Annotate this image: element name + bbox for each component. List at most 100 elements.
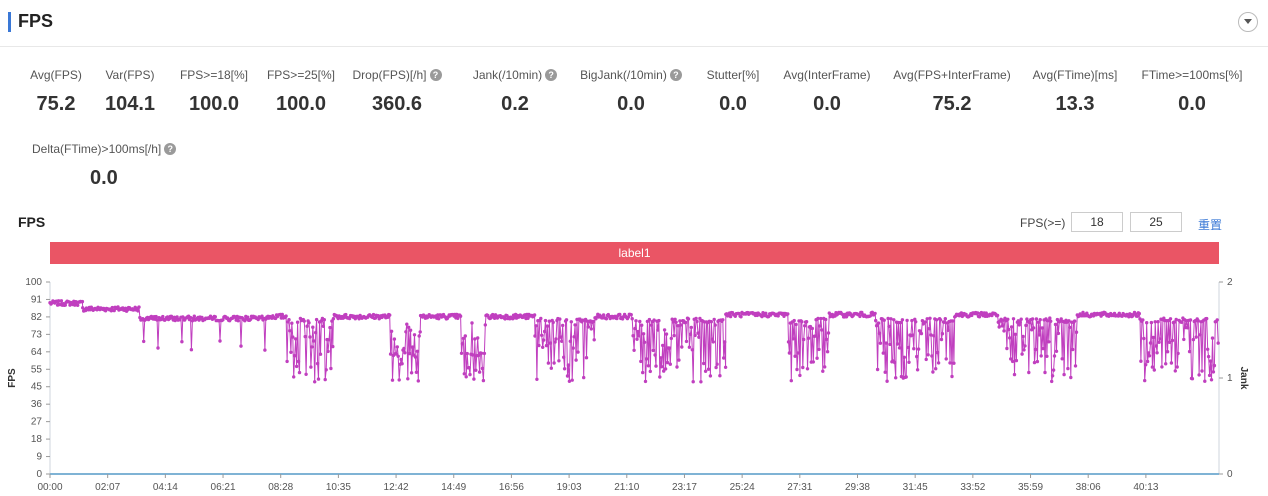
fps-point [1209,378,1214,382]
fps-point [316,377,321,381]
fps-point [480,366,485,371]
fps-line-chart: 0 9 18 27 36 45 55 64 73 82 91 100 0 1 2 00:00 02:07 04:1… [7,277,1249,493]
metric-label: Avg(FPS+InterFrame) [893,68,1010,82]
fps-point [977,315,982,319]
fps-point [213,315,217,319]
fps-point [942,320,946,324]
reset-button[interactable]: 重置 [1198,216,1222,233]
fps-point [553,340,557,344]
fps-point [564,318,569,322]
fps-point [1215,318,1219,322]
fps-point [997,325,1001,329]
metric-label-text: Avg(FPS+InterFrame) [893,68,1011,82]
fps-point [589,327,593,331]
fps-point [402,346,406,351]
fps-point [405,322,409,326]
fps-point [697,335,701,339]
metric-label: FTime>=100ms[%] [1142,68,1243,82]
fps-point [904,375,908,379]
fps-point [1187,349,1192,354]
y-tick-label: 64 [31,347,43,358]
fps-point [914,320,918,324]
fps-point [826,331,831,335]
threshold-label: FPS(>=) [1020,216,1066,230]
fps-point [1031,326,1036,330]
fps-point [651,348,655,353]
fps-point [686,317,691,321]
x-tick-label: 16:56 [499,482,524,493]
fps-point [396,354,400,358]
fps-point [308,335,312,339]
fps-point [1156,320,1160,324]
fps-point [696,331,700,335]
fps-point [646,364,651,368]
fps-point [1006,317,1010,321]
fps-point [294,337,298,341]
fps-point [413,355,418,359]
fps-point [236,319,240,323]
fps-point [1060,357,1064,361]
x-tick-label: 31:45 [903,482,928,493]
fps-point [806,336,811,340]
fps-point [318,352,323,356]
fps-point [915,354,919,359]
threshold-input-1[interactable] [1071,212,1123,232]
fps-point [566,363,571,367]
fps-point [554,337,558,341]
y-tick-label: 9 [36,452,42,463]
fps-point [1010,359,1015,364]
help-icon[interactable]: ? [164,143,177,155]
fps-point [934,367,938,371]
fps-point [1041,346,1045,351]
fps-point [481,378,486,383]
fps-point [1007,327,1011,332]
fps-point [289,350,293,354]
fps-point [562,355,566,359]
fps-point [189,348,194,352]
fps-point [894,376,898,380]
fps-point [415,349,419,353]
fps-point [1002,329,1006,333]
metric-12: Delta(FTime)>100ms[/h]? 0.0 [32,140,177,190]
fps-point [656,328,660,332]
x-tick-label: 27:31 [787,482,812,493]
fps-point [1211,370,1216,374]
fps-point [574,358,578,362]
fps-point [1148,341,1153,345]
fps-point [404,330,408,334]
fps-point [803,324,807,328]
fps-point [1206,354,1211,359]
fps-point [1072,319,1077,323]
fps-point [390,378,395,382]
fps-point [798,373,802,378]
fps-point [897,346,902,350]
fps-point [305,324,309,328]
fps-point [1139,359,1143,363]
fps-point [1164,362,1168,366]
threshold-input-2[interactable] [1130,212,1182,232]
collapse-button[interactable] [1238,12,1258,32]
x-tick-label: 12:42 [384,482,409,493]
fps-point [796,351,800,355]
fps-point [739,315,743,319]
fps-point [1022,348,1026,352]
fps-point [1147,354,1152,358]
fps-point [811,360,815,364]
fps-point [711,340,715,344]
fps-point [287,318,291,322]
fps-point [59,299,64,303]
label-bar[interactable]: label1 [50,242,1219,264]
fps-point [659,356,663,360]
fps-point [1141,318,1145,322]
fps-point [638,319,642,324]
fps-point [460,342,465,346]
fps-point [1137,311,1142,316]
fps-point [824,337,829,342]
fps-point [295,320,300,324]
fps-point [388,313,392,317]
fps-point [294,364,299,369]
fps-point [874,318,878,323]
y-tick-label: 55 [31,364,43,375]
fps-point [723,365,728,369]
fps-point [1150,365,1155,369]
